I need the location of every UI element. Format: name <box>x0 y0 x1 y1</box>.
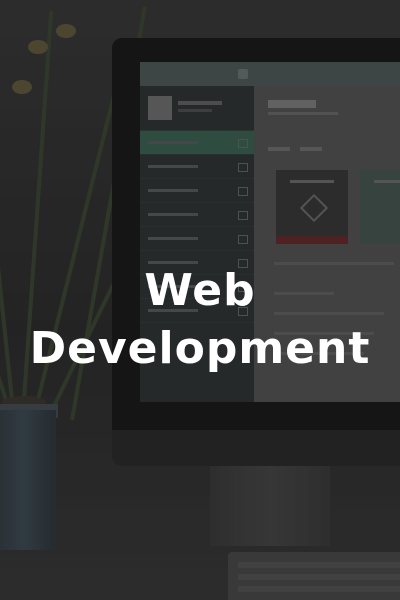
headline-line-2: Development <box>29 323 371 374</box>
hero-image: Web Development <box>0 0 400 600</box>
headline-line-1: Web <box>144 265 256 316</box>
headline: Web Development <box>0 262 400 378</box>
